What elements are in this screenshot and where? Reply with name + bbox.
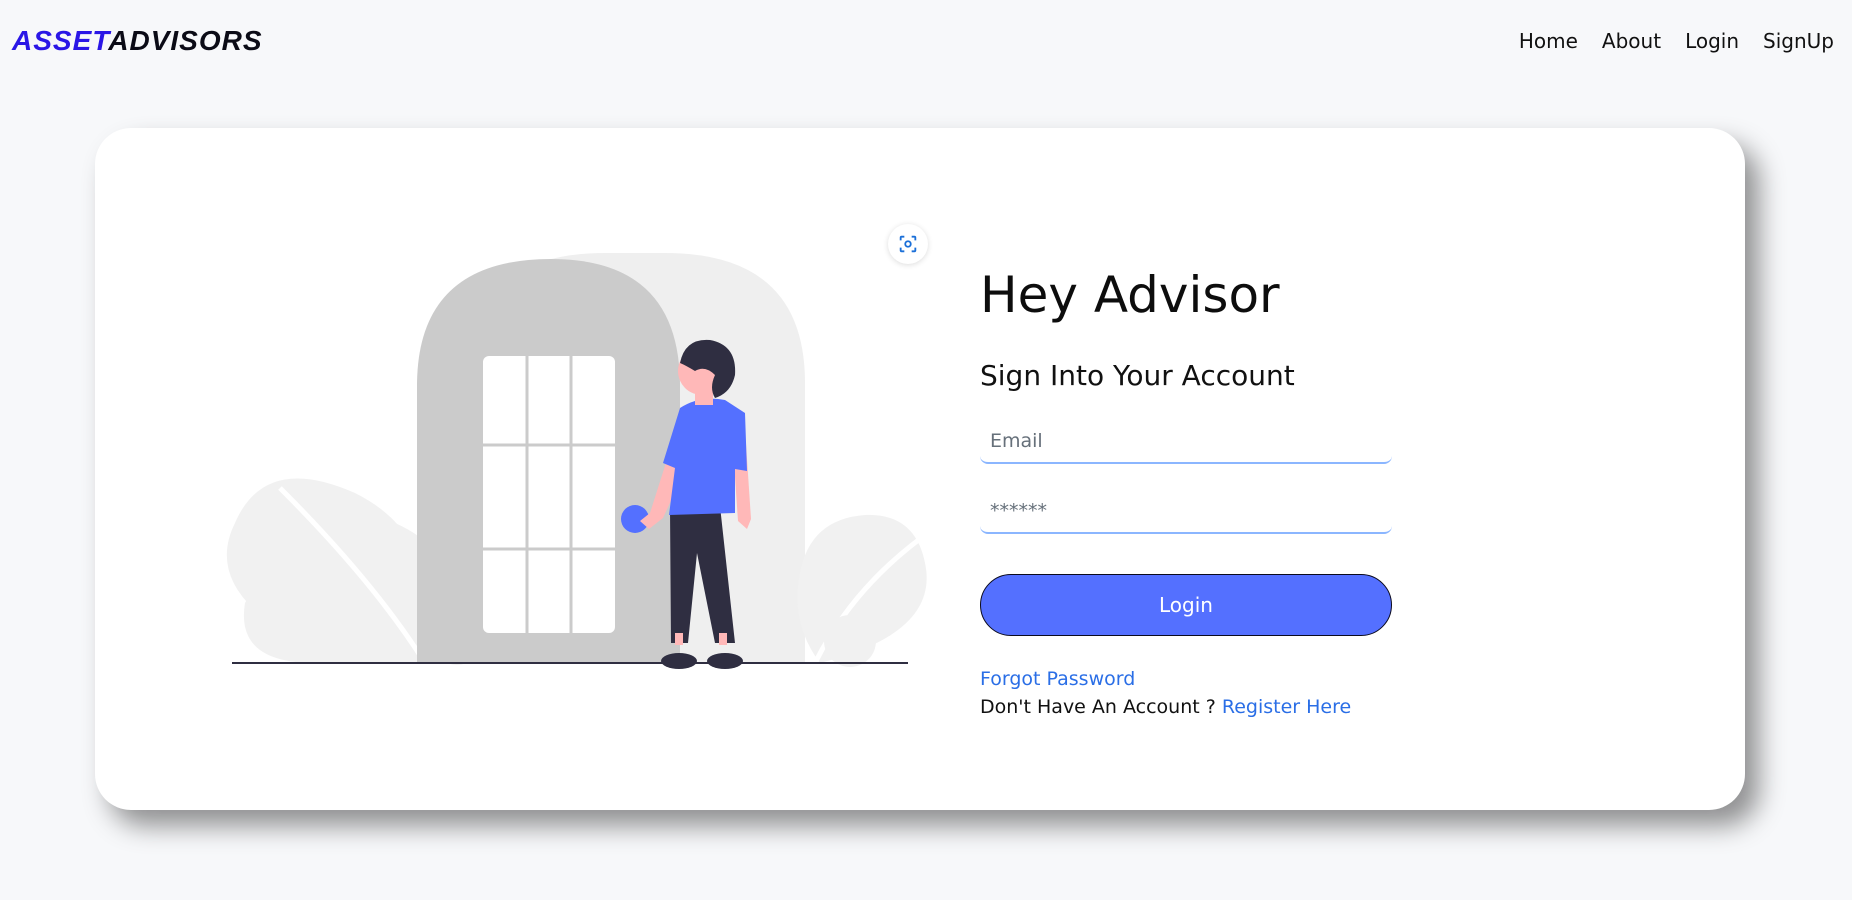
page-title: Hey Advisor xyxy=(980,266,1280,324)
focus-scan-icon xyxy=(899,235,917,253)
small-bush xyxy=(824,615,876,667)
door-window xyxy=(483,356,615,633)
login-button[interactable]: Login xyxy=(980,574,1392,636)
nav-about-link[interactable]: About xyxy=(1602,29,1661,53)
email-field[interactable] xyxy=(980,414,1392,464)
navbar: ASSETADVISORS Home About Login SignUp xyxy=(0,0,1852,82)
nav-links: Home About Login SignUp xyxy=(1519,29,1834,53)
register-prompt: Don't Have An Account ? Register Here xyxy=(980,696,1392,718)
nav-home-link[interactable]: Home xyxy=(1519,29,1578,53)
password-field[interactable] xyxy=(980,484,1392,534)
nav-login-link[interactable]: Login xyxy=(1685,29,1739,53)
brand-logo-part1: ASSET xyxy=(12,25,109,56)
scan-button[interactable] xyxy=(888,224,928,264)
brand-logo-part2: ADVISORS xyxy=(108,25,263,56)
login-card: Hey Advisor Sign Into Your Account Login… xyxy=(95,128,1745,810)
brand-logo[interactable]: ASSETADVISORS xyxy=(12,27,263,55)
no-account-text: Don't Have An Account ? xyxy=(980,696,1222,718)
register-link[interactable]: Register Here xyxy=(1222,696,1351,718)
door-person-illustration xyxy=(226,253,935,669)
nav-signup-link[interactable]: SignUp xyxy=(1763,29,1834,53)
login-form: Hey Advisor Sign Into Your Account Login… xyxy=(980,268,1392,718)
forgot-password-link[interactable]: Forgot Password xyxy=(980,668,1135,690)
form-subtitle: Sign Into Your Account xyxy=(980,359,1295,392)
